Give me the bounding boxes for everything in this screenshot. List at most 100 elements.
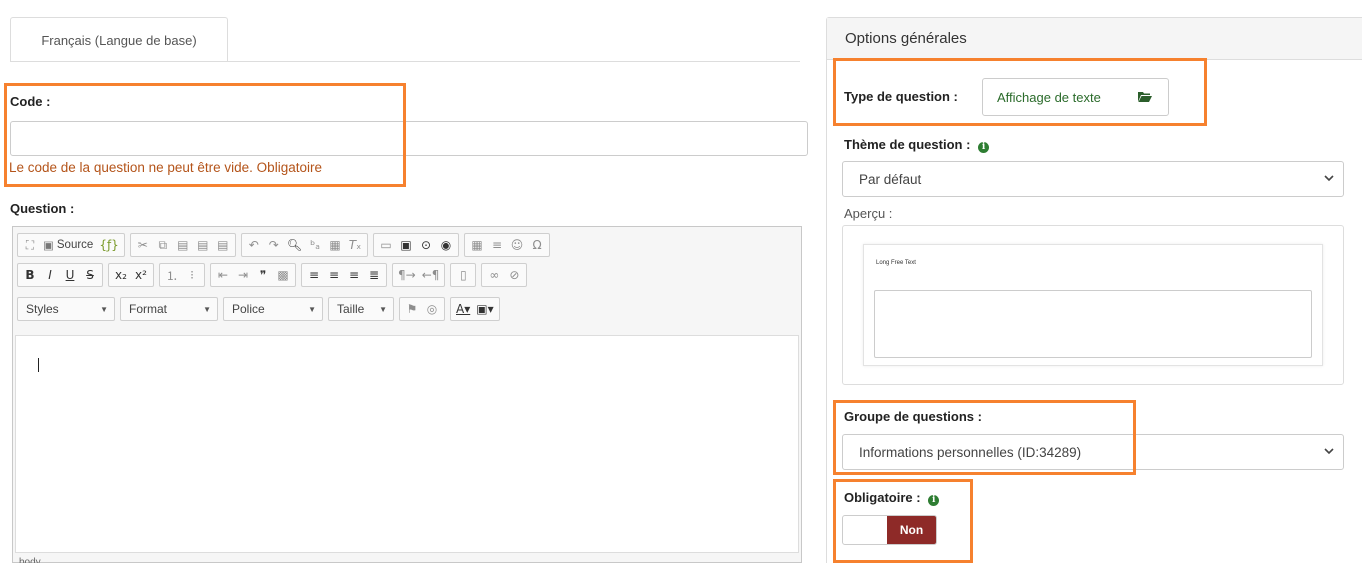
toolbar-group-align: ≡ ≡ ≡ ≣ (301, 263, 387, 287)
question-theme-select[interactable]: Par défaut (842, 161, 1344, 197)
chevron-down-icon: ▼ (203, 304, 211, 314)
question-group-select[interactable]: Informations personnelles (ID:34289) (842, 434, 1344, 470)
size-combo[interactable]: Taille ▼ (328, 297, 394, 321)
ltr-icon[interactable]: ¶→ (396, 265, 418, 285)
info-icon[interactable]: i (978, 142, 990, 153)
cut-icon[interactable]: ✂ (134, 235, 152, 255)
table-icon[interactable]: ▦ (468, 235, 486, 255)
toolbar-group-colors: A▾ ▣▾ (450, 297, 500, 321)
toolbar-group-editing: ↶ ↷ 🔍︎ ᵇₐ ▦ Tₓ (240, 233, 369, 257)
preview-sample-label: Long Free Text (876, 260, 916, 266)
question-type-selector-button[interactable]: Affichage de texte (982, 78, 1169, 116)
tab-divider (10, 61, 800, 62)
justify-icon[interactable]: ≣ (365, 265, 383, 285)
mandatory-toggle-value: Non (887, 516, 936, 544)
question-type-value: Affichage de texte (997, 89, 1101, 105)
font-combo[interactable]: Police ▼ (223, 297, 323, 321)
question-group-label: Groupe de questions : (844, 409, 982, 424)
code-label: Code : (10, 94, 51, 109)
smiley-icon[interactable]: ☺ (508, 235, 526, 255)
toolbar-group-lists: ⒈ ⁝ (159, 263, 205, 287)
replace-icon[interactable]: ᵇₐ (306, 235, 324, 255)
div-container-icon[interactable]: ▩ (274, 265, 292, 285)
font-label: Police (232, 302, 265, 316)
numbered-list-icon[interactable]: ⒈ (163, 265, 181, 285)
toolbar-group-document: ⛶ ▣ Source {ƒ} (17, 233, 125, 257)
toolbar-group-script: x₂ x² (108, 263, 154, 287)
toolbar-group-language: ⚑ ◎ (399, 297, 445, 321)
format-combo[interactable]: Format ▼ (120, 297, 218, 321)
editor-content-area[interactable] (15, 335, 799, 553)
align-center-icon[interactable]: ≡ (325, 265, 343, 285)
image-icon[interactable]: ▭ (377, 235, 395, 255)
special-char-icon[interactable]: Ω (528, 235, 546, 255)
bulleted-list-icon[interactable]: ⁝ (183, 265, 201, 285)
link-icon[interactable]: ∞ (485, 265, 503, 285)
text-color-icon[interactable]: A▾ (454, 299, 472, 319)
question-label: Question : (10, 201, 75, 216)
unlink-icon[interactable]: ⊘ (505, 265, 523, 285)
chevron-down-icon: ▼ (100, 304, 108, 314)
underline-icon[interactable]: U (61, 265, 79, 285)
question-theme-label-row: Thème de question : i (844, 137, 990, 153)
editor-toolbar-row-2: B I U S x₂ x² ⒈ ⁝ ⇤ ⇥ ❞ ▩ ≡ ≡ ≡ ≣ ¶→ ←¶ (17, 263, 528, 287)
bold-icon[interactable]: B (21, 265, 39, 285)
question-type-label: Type de question : (844, 89, 958, 104)
remove-format-icon[interactable]: Tₓ (346, 235, 364, 255)
align-left-icon[interactable]: ≡ (305, 265, 323, 285)
toolbar-group-insert: ▭ ▣ ⊙ ◉ (373, 233, 460, 257)
source-icon: ▣ (43, 240, 54, 252)
flash-icon[interactable]: ▣ (397, 235, 415, 255)
toolbar-group-direction: ¶→ ←¶ (392, 263, 446, 287)
code-input[interactable] (10, 121, 808, 156)
horizontal-rule-icon[interactable]: ≡ (488, 235, 506, 255)
styles-combo[interactable]: Styles ▼ (17, 297, 115, 321)
select-all-icon[interactable]: ▦ (326, 235, 344, 255)
expression-manager-icon[interactable]: {ƒ} (97, 235, 121, 255)
toolbar-group-indent: ⇤ ⇥ ❞ ▩ (210, 263, 296, 287)
rtl-icon[interactable]: ←¶ (420, 265, 442, 285)
paste-text-icon[interactable]: ▤ (194, 235, 212, 255)
editor-toolbar-row-1: ⛶ ▣ Source {ƒ} ✂ ⧉ ▤ ▤ ▤ ↶ ↷ 🔍︎ ᵇₐ ▦ Tₓ … (17, 233, 551, 257)
indent-icon[interactable]: ⇥ (234, 265, 252, 285)
source-button[interactable]: ▣ Source (41, 235, 95, 255)
tab-french-base-language[interactable]: Français (Langue de base) (10, 17, 228, 62)
toolbar-group-objects: ▦ ≡ ☺ Ω (464, 233, 551, 257)
toolbar-group-basic-styles: B I U S (17, 263, 103, 287)
toolbar-group-clipboard: ✂ ⧉ ▤ ▤ ▤ (129, 233, 236, 257)
question-preview: Long Free Text (842, 225, 1344, 385)
paste-icon[interactable]: ▤ (174, 235, 192, 255)
templates-icon[interactable]: ▯ (454, 265, 472, 285)
link-icon[interactable]: ◉ (437, 235, 455, 255)
italic-icon[interactable]: I (41, 265, 59, 285)
outdent-icon[interactable]: ⇤ (214, 265, 232, 285)
question-group-value: Informations personnelles (ID:34289) (859, 444, 1082, 460)
undo-icon[interactable]: ↶ (245, 235, 263, 255)
mandatory-label-row: Obligatoire : i (844, 490, 940, 506)
info-icon[interactable]: i (928, 495, 940, 506)
align-right-icon[interactable]: ≡ (345, 265, 363, 285)
maximize-icon[interactable]: ⛶ (21, 235, 39, 255)
redo-icon[interactable]: ↷ (265, 235, 283, 255)
flag-icon[interactable]: ⚑ (403, 299, 421, 319)
general-options-header: Options générales (827, 18, 1362, 60)
copy-icon[interactable]: ⧉ (154, 235, 172, 255)
find-icon[interactable]: 🔍︎ (285, 235, 304, 255)
strikethrough-icon[interactable]: S (81, 265, 99, 285)
subscript-icon[interactable]: x₂ (112, 265, 130, 285)
source-label: Source (56, 239, 94, 251)
background-color-icon[interactable]: ▣▾ (474, 299, 495, 319)
chevron-down-icon: ▼ (379, 304, 387, 314)
chevron-down-icon (1324, 175, 1334, 182)
video-icon[interactable]: ⊙ (417, 235, 435, 255)
preview-textarea (874, 290, 1312, 358)
format-label: Format (129, 302, 168, 316)
chevron-down-icon: ▼ (308, 304, 316, 314)
globe-icon[interactable]: ◎ (423, 299, 441, 319)
blockquote-icon[interactable]: ❞ (254, 265, 272, 285)
question-editor: ⛶ ▣ Source {ƒ} ✂ ⧉ ▤ ▤ ▤ ↶ ↷ 🔍︎ ᵇₐ ▦ Tₓ … (12, 226, 802, 563)
superscript-icon[interactable]: x² (132, 265, 150, 285)
paste-word-icon[interactable]: ▤ (214, 235, 232, 255)
mandatory-toggle[interactable]: Non (842, 515, 937, 545)
preview-label: Aperçu : (844, 206, 893, 221)
